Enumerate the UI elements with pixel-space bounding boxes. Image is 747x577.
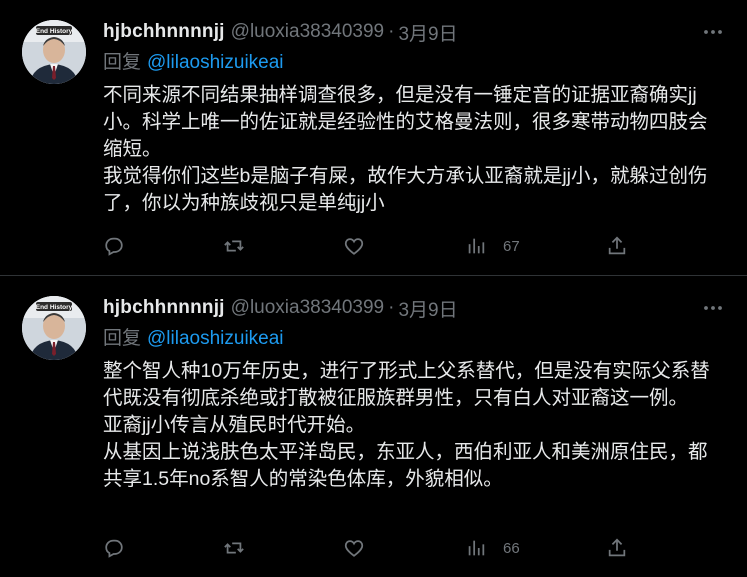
reply-icon <box>105 237 123 256</box>
tweet[interactable]: End History hjbchhnnnnjj @luoxia38340399… <box>0 0 747 276</box>
avatar-image: End History <box>22 20 86 84</box>
avatar-badge-text: End History <box>36 28 73 35</box>
retweet-icon <box>224 240 244 252</box>
author-handle[interactable]: @luoxia38340399 <box>231 21 384 43</box>
reply-context: 回复 @lilaoshizuikeai <box>103 324 727 354</box>
timestamp[interactable]: 3月9日 <box>398 19 457 46</box>
tweet-text: 整个智人种10万年历史，进行了形式上父系替代，但是没有实际父系替代既没有彻底杀绝… <box>103 358 723 493</box>
author-handle[interactable]: @luoxia38340399 <box>231 297 384 319</box>
views-count: 67 <box>503 237 520 255</box>
views-icon <box>468 238 485 254</box>
reply-button[interactable] <box>103 230 125 262</box>
retweet-icon <box>224 542 244 554</box>
reply-to-link[interactable]: @lilaoshizuikeai <box>147 52 284 73</box>
avatar[interactable]: End History <box>22 296 86 360</box>
tweet-paragraph: 从基因上说浅肤色太平洋岛民，东亚人，西伯利亚人和美洲原住民，都共享1.5年no系… <box>103 441 708 490</box>
like-button[interactable] <box>343 230 365 262</box>
tweet-actions: 66 <box>103 532 633 564</box>
like-icon <box>344 238 364 255</box>
reply-icon <box>105 539 123 558</box>
tweet-text: 不同来源不同结果抽样调查很多，但是没有一锤定音的证据亚裔确实jj小。科学上唯一的… <box>103 82 723 217</box>
tweet-paragraph: 整个智人种10万年历史，进行了形式上父系替代，但是没有实际父系替代既没有彻底杀绝… <box>103 360 710 409</box>
reply-button[interactable] <box>103 532 125 564</box>
reply-prefix: 回复 <box>103 328 142 349</box>
views-button[interactable]: 66 <box>465 532 520 564</box>
author-name[interactable]: hjbchhnnnnjj <box>103 297 225 319</box>
tweet-paragraph: 亚裔jj小传言从殖民时代开始。 <box>103 414 366 436</box>
more-icon[interactable] <box>699 294 727 322</box>
share-icon <box>608 538 626 557</box>
separator: · <box>388 297 395 318</box>
tweet[interactable]: End History hjbchhnnnnjj @luoxia38340399… <box>0 276 747 577</box>
views-icon <box>468 540 485 556</box>
avatar-image: End History <box>22 296 86 360</box>
retweet-button[interactable] <box>223 532 245 564</box>
like-icon <box>344 540 364 557</box>
like-button[interactable] <box>343 532 365 564</box>
share-button[interactable] <box>606 532 628 564</box>
tweet-header: hjbchhnnnnjj @luoxia38340399 · 3月9日 <box>103 294 727 322</box>
tweet-paragraph: 我觉得你们这些b是脑子有屎，故作大方承认亚裔就是jj小，就躲过创伤了，你以为种族… <box>103 165 708 214</box>
timestamp[interactable]: 3月9日 <box>398 295 457 322</box>
reply-to-link[interactable]: @lilaoshizuikeai <box>147 328 284 349</box>
reply-prefix: 回复 <box>103 52 142 73</box>
separator: · <box>388 21 395 42</box>
reply-context: 回复 @lilaoshizuikeai <box>103 48 727 78</box>
tweet-actions: 67 <box>103 230 633 262</box>
share-button[interactable] <box>606 230 628 262</box>
share-icon <box>608 236 626 255</box>
retweet-button[interactable] <box>223 230 245 262</box>
more-icon[interactable] <box>699 18 727 46</box>
avatar[interactable]: End History <box>22 20 86 84</box>
avatar-badge-text: End History <box>36 304 73 311</box>
tweet-paragraph: 不同来源不同结果抽样调查很多，但是没有一锤定音的证据亚裔确实jj小。科学上唯一的… <box>103 84 708 160</box>
tweet-header: hjbchhnnnnjj @luoxia38340399 · 3月9日 <box>103 18 727 46</box>
author-name[interactable]: hjbchhnnnnjj <box>103 21 225 43</box>
views-button[interactable]: 67 <box>465 230 520 262</box>
views-count: 66 <box>503 539 520 557</box>
